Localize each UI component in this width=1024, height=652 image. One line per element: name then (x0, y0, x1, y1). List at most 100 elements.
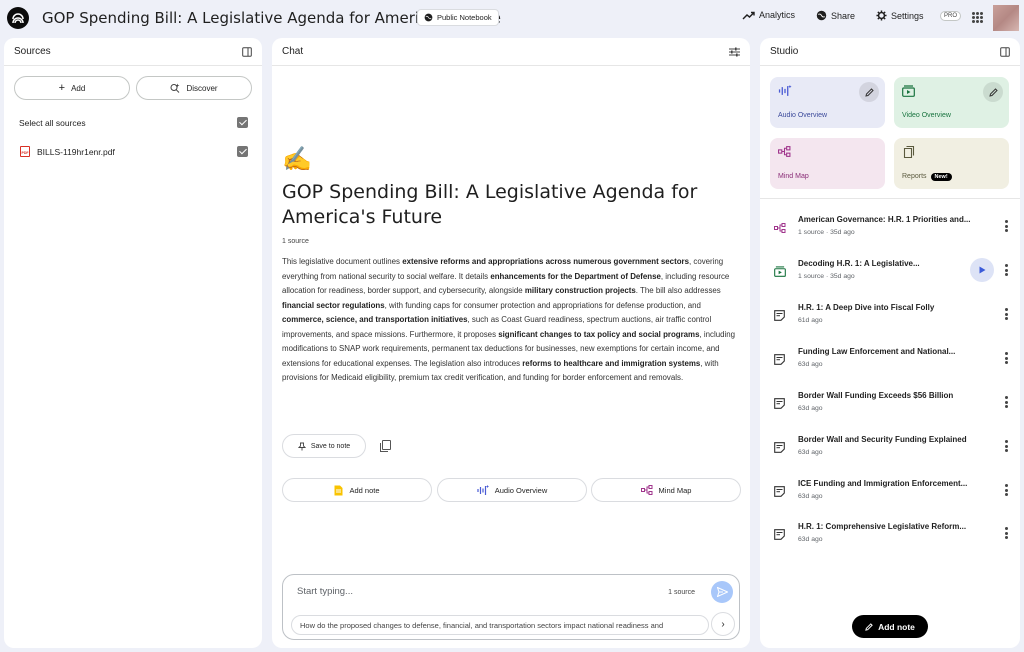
select-all-row[interactable]: Select all sources (14, 117, 248, 128)
note-icon (774, 440, 785, 458)
public-notebook-label: Public Notebook (437, 13, 492, 22)
chat-header: Chat (272, 38, 750, 66)
apps-grid-icon[interactable] (972, 12, 983, 23)
notebooklm-logo-icon[interactable] (7, 7, 29, 29)
source-item-name: BILLS-119hr1enr.pdf (37, 146, 115, 157)
note-meta: 61d ago (798, 317, 823, 324)
play-button[interactable] (970, 258, 994, 282)
share-label: Share (831, 10, 856, 21)
source-checkbox[interactable] (237, 146, 248, 157)
notebook-emoji: ✍️ (282, 146, 312, 173)
audio-wave-icon (477, 484, 489, 495)
note-title: American Governance: H.R. 1 Priorities a… (798, 215, 971, 224)
summary-segment: . The bill also addresses (635, 286, 721, 295)
tune-icon[interactable] (729, 47, 740, 57)
collapse-panel-icon[interactable] (242, 46, 252, 57)
share-button[interactable]: Share (816, 10, 855, 21)
more-options-icon[interactable] (1005, 220, 1008, 232)
summary-segment: reforms to healthcare and immigration sy… (522, 358, 701, 368)
globe-icon (424, 13, 433, 22)
chat-panel: Chat ✍️ GOP Spending Bill: A Legislative… (272, 38, 750, 648)
settings-button[interactable]: Settings (876, 10, 924, 21)
audio-overview-chip[interactable]: Audio Overview (437, 478, 587, 502)
settings-label: Settings (891, 10, 924, 21)
chat-composer: Start typing... 1 source How do the prop… (282, 574, 740, 640)
send-button[interactable] (711, 581, 733, 603)
mind-map-chip[interactable]: Mind Map (591, 478, 741, 502)
summary-segment: enhancements for the Department of Defen… (490, 271, 661, 281)
analytics-button[interactable]: Analytics (742, 10, 795, 20)
sources-panel: Sources + Add Discover Select all source… (4, 38, 262, 648)
note-meta: 63d ago (798, 493, 823, 500)
analytics-label: Analytics (759, 10, 796, 20)
note-title: Funding Law Enforcement and National... (798, 347, 956, 356)
reports-card-label: Reports (902, 173, 927, 180)
more-options-icon[interactable] (1005, 484, 1008, 496)
studio-divider (760, 198, 1020, 199)
add-note-chip[interactable]: Add note (282, 478, 432, 502)
video-overview-card[interactable]: Video Overview (894, 77, 1009, 128)
studio-note-item[interactable]: Border Wall Funding Exceeds $56 Billion 6… (760, 384, 1020, 424)
studio-note-item[interactable]: H.R. 1: A Deep Dive into Fiscal Folly 61d… (760, 296, 1020, 336)
reports-card[interactable]: Reports New! (894, 138, 1009, 189)
note-icon (774, 396, 785, 414)
note-title: Border Wall and Security Funding Explain… (798, 435, 967, 444)
studio-title: Studio (770, 46, 799, 57)
note-meta: 63d ago (798, 361, 823, 368)
save-to-note-button[interactable]: Save to note (282, 434, 366, 458)
reports-card-label-wrap: Reports New! (902, 173, 952, 181)
mind-map-icon (640, 485, 653, 495)
notebook-summary: This legislative document outlines exten… (282, 255, 740, 386)
summary-segment: extensive reforms and appropriations acr… (402, 257, 689, 266)
add-note-button[interactable]: Add note (852, 615, 928, 638)
more-options-icon[interactable] (1005, 352, 1008, 364)
mind-map-card-label: Mind Map (778, 173, 809, 180)
sources-header: Sources (4, 38, 262, 66)
studio-note-item[interactable]: Decoding H.R. 1: A Legislative... 1 sourc… (760, 252, 1020, 292)
pro-badge: PRO (940, 11, 962, 21)
public-notebook-button[interactable]: Public Notebook (417, 9, 499, 26)
select-all-checkbox[interactable] (237, 117, 248, 128)
avatar[interactable] (993, 5, 1019, 31)
pin-icon (297, 442, 306, 450)
send-icon (716, 587, 728, 597)
more-options-icon[interactable] (1005, 440, 1008, 452)
chat-input[interactable]: Start typing... (297, 586, 353, 597)
mind-map-icon (774, 220, 786, 238)
mind-map-icon (778, 146, 791, 157)
more-options-icon[interactable] (1005, 264, 1008, 276)
audio-overview-chip-label: Audio Overview (494, 485, 548, 495)
more-options-icon[interactable] (1005, 527, 1008, 539)
chevron-right-icon: › (721, 618, 725, 630)
audio-overview-card[interactable]: Audio Overview (770, 77, 885, 128)
save-to-note-label: Save to note (310, 442, 351, 450)
edit-audio-overview-button[interactable] (859, 82, 879, 102)
studio-note-item[interactable]: Funding Law Enforcement and National... 6… (760, 340, 1020, 380)
more-options-icon[interactable] (1005, 396, 1008, 408)
studio-note-item[interactable]: H.R. 1: Comprehensive Legislative Reform… (760, 515, 1020, 555)
audio-wave-icon (778, 85, 792, 96)
top-bar: GOP Spending Bill: A Legislative Agenda … (0, 0, 1024, 36)
mind-map-card[interactable]: Mind Map (770, 138, 885, 189)
next-suggestion-button[interactable]: › (711, 612, 735, 636)
summary-segment: significant changes to tax policy and so… (498, 329, 700, 339)
note-meta: 63d ago (798, 449, 823, 456)
source-item[interactable]: PDF BILLS-119hr1enr.pdf (14, 146, 248, 157)
studio-note-item[interactable]: American Governance: H.R. 1 Priorities a… (760, 208, 1020, 248)
select-all-label: Select all sources (19, 117, 86, 128)
pencil-icon (988, 87, 998, 97)
more-options-icon[interactable] (1005, 308, 1008, 320)
studio-note-item[interactable]: Border Wall and Security Funding Explain… (760, 428, 1020, 468)
copy-icon[interactable] (380, 440, 391, 452)
mind-map-chip-label: Mind Map (658, 485, 692, 495)
edit-video-overview-button[interactable] (983, 82, 1003, 102)
studio-note-item[interactable]: ICE Funding and Immigration Enforcement.… (760, 472, 1020, 512)
summary-segment: , with funding caps for consumer protect… (384, 300, 701, 310)
discover-sources-button[interactable]: Discover (136, 76, 252, 100)
add-source-button[interactable]: + Add (14, 76, 130, 100)
play-icon (979, 266, 985, 274)
pencil-icon (864, 87, 874, 97)
suggested-question[interactable]: How do the proposed changes to defense, … (291, 615, 709, 635)
add-note-chip-label: Add note (349, 485, 380, 495)
collapse-studio-icon[interactable] (1000, 46, 1010, 57)
